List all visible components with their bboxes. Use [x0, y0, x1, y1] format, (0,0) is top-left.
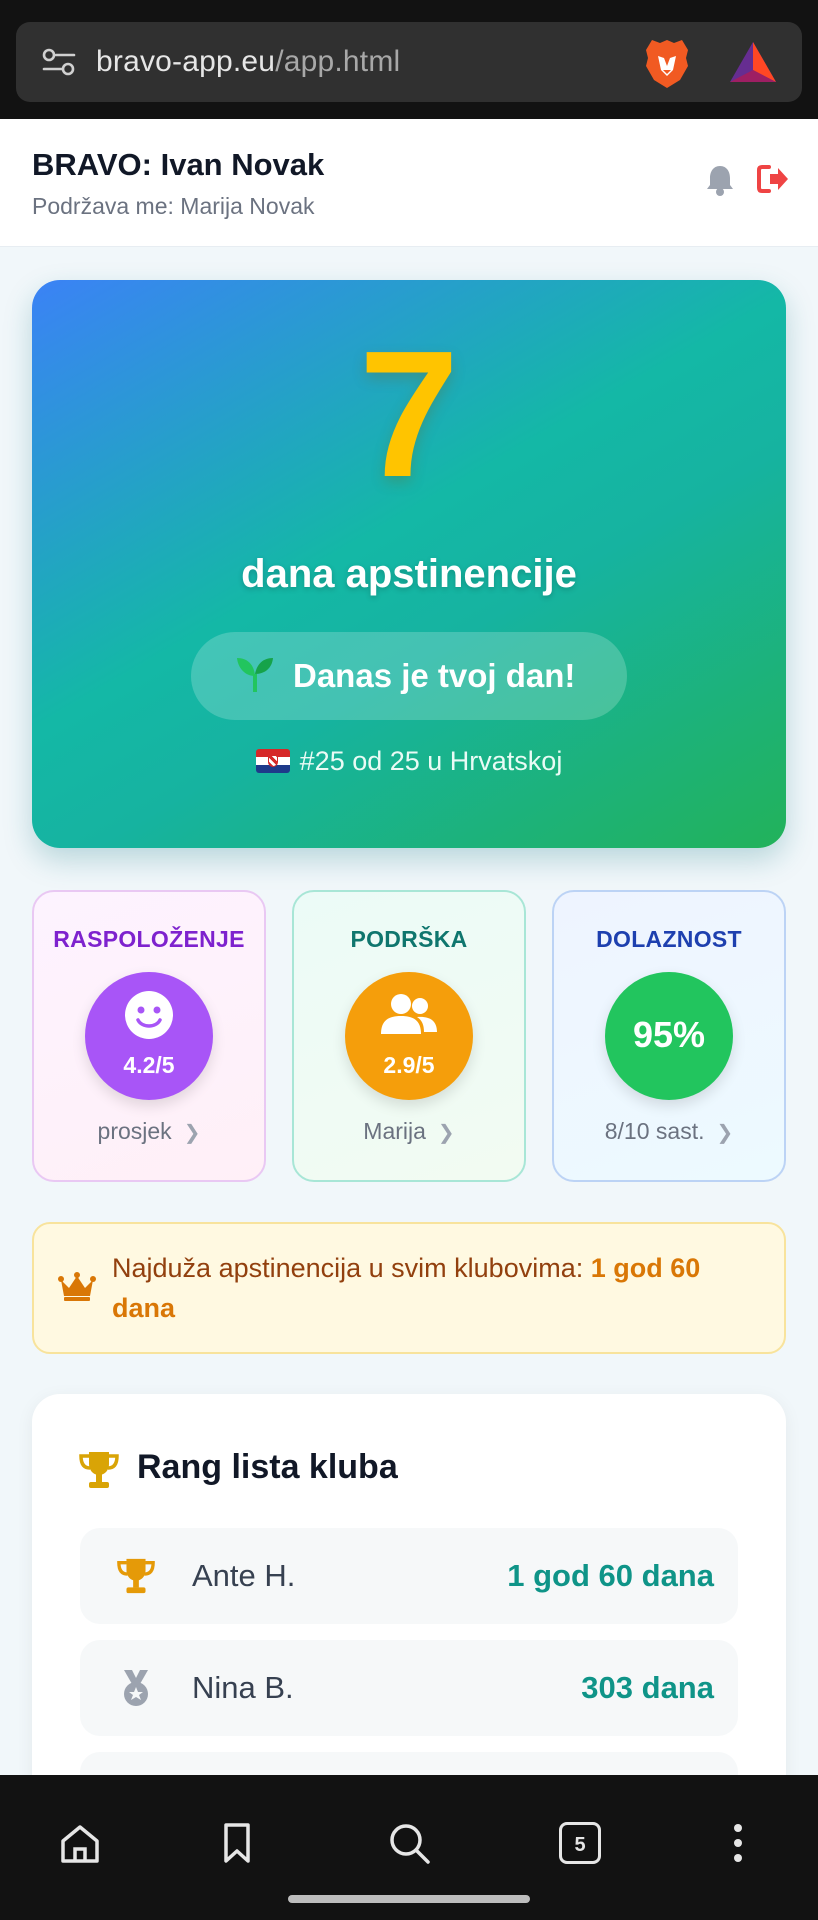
- attendance-title: DOLAZNOST: [596, 926, 742, 952]
- trophy-icon: [79, 1452, 119, 1488]
- bell-icon[interactable]: [704, 163, 736, 197]
- mood-value: 4.2/5: [123, 1052, 175, 1078]
- national-rank: #25 od 25 u Hrvatskoj: [32, 746, 786, 777]
- logout-icon[interactable]: [756, 163, 790, 195]
- brave-rewards-icon[interactable]: [728, 40, 778, 84]
- chevron-right-icon: ❯: [437, 1122, 455, 1144]
- sprout-icon: [237, 658, 273, 692]
- support-title: PODRŠKA: [350, 926, 468, 952]
- tabs-count: 5: [574, 1834, 586, 1856]
- attendance-card[interactable]: DOLAZNOST 95% 8/10 sast. ❯: [552, 890, 786, 1182]
- streak-days: 7: [358, 314, 460, 515]
- member-streak: 303 dana: [581, 1670, 714, 1705]
- support-footer: Marija ❯: [363, 1118, 455, 1144]
- member-name: Ante H.: [192, 1558, 296, 1593]
- medal-silver-icon: [124, 1670, 148, 1706]
- longest-abstinence-banner: Najduža apstinencija u svim klubovima: 1…: [32, 1222, 786, 1354]
- mood-card[interactable]: RASPOLOŽENJE 4.2/5 prosjek ❯: [32, 890, 266, 1182]
- users-icon: [381, 994, 437, 1034]
- motivation-pill[interactable]: Danas je tvoj dan!: [191, 632, 627, 720]
- streak-card: 7 dana apstinencije Danas je tvoj dan! #…: [32, 280, 786, 848]
- member-streak: 1 god 60 dana: [507, 1558, 714, 1593]
- smile-icon: [125, 991, 173, 1039]
- app-header: BRAVO: Ivan Novak Podržava me: Marija No…: [0, 119, 818, 247]
- url-text[interactable]: bravo-app.eu/app.html: [96, 22, 400, 102]
- home-icon[interactable]: [58, 1821, 102, 1865]
- motivation-text: Danas je tvoj dan!: [293, 657, 576, 694]
- gesture-bar[interactable]: [288, 1895, 530, 1903]
- search-icon[interactable]: [387, 1821, 431, 1865]
- browser-toolbar: bravo-app.eu/app.html: [0, 0, 818, 119]
- chevron-right-icon: ❯: [183, 1122, 201, 1144]
- crown-icon: [58, 1272, 96, 1301]
- site-settings-icon[interactable]: [42, 48, 76, 76]
- member-name: Nina B.: [192, 1670, 294, 1705]
- chevron-right-icon: ❯: [716, 1122, 734, 1144]
- croatia-flag-icon: [255, 749, 290, 773]
- brave-shields-icon[interactable]: [642, 36, 692, 90]
- attendance-footer: 8/10 sast. ❯: [604, 1118, 734, 1144]
- support-card[interactable]: PODRŠKA 2.9/5 Marija ❯: [292, 890, 526, 1182]
- bookmark-icon[interactable]: [215, 1821, 259, 1865]
- mood-footer: prosjek ❯: [97, 1118, 201, 1144]
- mood-title: RASPOLOŽENJE: [53, 926, 245, 952]
- attendance-circle: 95%: [605, 972, 733, 1100]
- mood-circle: 4.2/5: [85, 972, 213, 1100]
- banner-text: Najduža apstinencija u svim klubovima: 1…: [112, 1253, 701, 1323]
- attendance-value: 95%: [632, 1014, 706, 1055]
- trophy-gold-icon: [117, 1558, 155, 1594]
- browser-bottom-bar: 5: [0, 1775, 818, 1920]
- address-bar[interactable]: bravo-app.eu/app.html: [16, 22, 802, 102]
- page-title: BRAVO: Ivan Novak: [32, 147, 325, 182]
- leaderboard-row[interactable]: Ante H. 1 god 60 dana: [80, 1528, 738, 1624]
- leaderboard-row[interactable]: Nina B. 303 dana: [80, 1640, 738, 1736]
- more-menu-icon[interactable]: [716, 1821, 760, 1865]
- support-circle: 2.9/5: [345, 972, 473, 1100]
- leaderboard-title: Rang lista kluba: [137, 1448, 398, 1486]
- streak-label: dana apstinencije: [241, 552, 577, 596]
- support-value: 2.9/5: [383, 1052, 435, 1078]
- tabs-icon[interactable]: 5: [559, 1822, 601, 1864]
- supporter-subtitle: Podržava me: Marija Novak: [32, 193, 315, 219]
